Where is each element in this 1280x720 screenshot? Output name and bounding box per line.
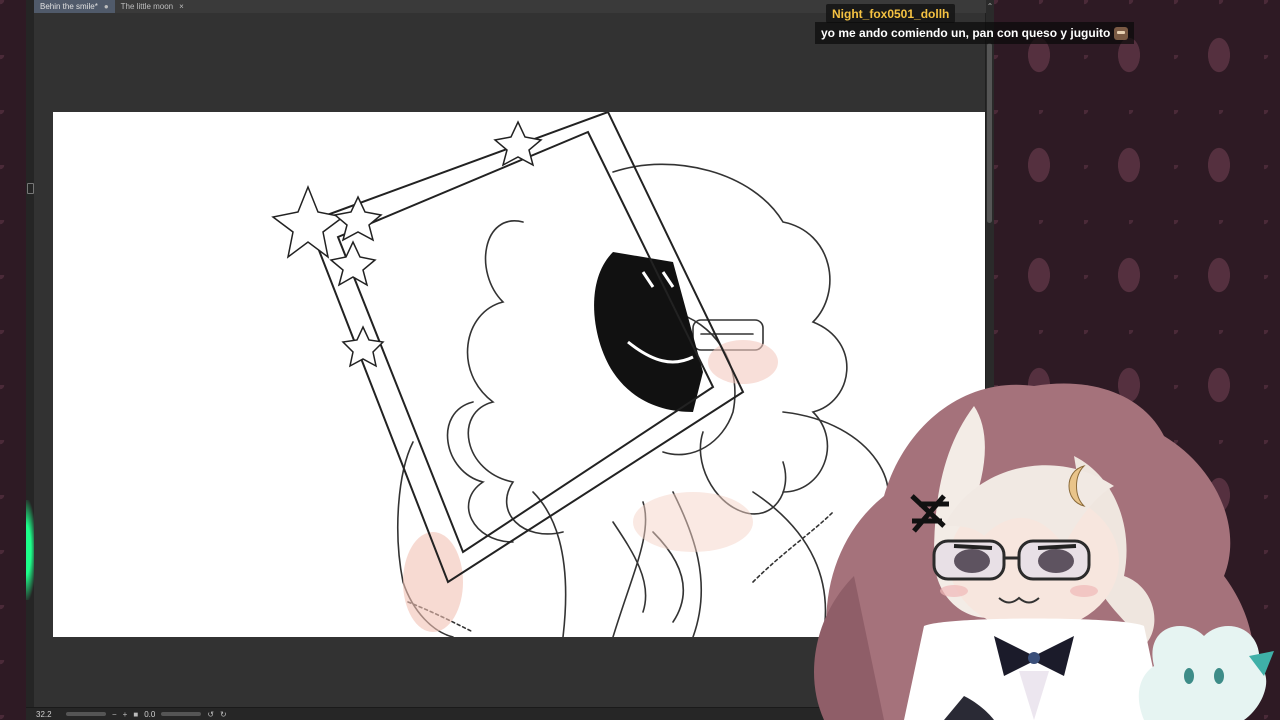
unsaved-dot-icon[interactable]: ● bbox=[104, 2, 109, 11]
zoom-in-icon[interactable]: + bbox=[123, 710, 128, 719]
tab-label: The little moon bbox=[120, 2, 174, 11]
chat-username: Night_fox0501_dollh bbox=[826, 4, 956, 23]
tab-label: Behin the smile* bbox=[40, 2, 98, 11]
scrollbar-thumb[interactable] bbox=[987, 43, 992, 223]
vtuber-avatar bbox=[814, 383, 1274, 720]
rotation-slider[interactable] bbox=[161, 712, 202, 716]
fit-view-icon[interactable]: ■ bbox=[133, 710, 138, 719]
chat-message-text: yo me ando comiendo un, pan con queso y … bbox=[821, 26, 1111, 40]
tab-behin-the-smile[interactable]: Behin the smile* ● bbox=[34, 0, 115, 13]
close-tab-icon[interactable]: × bbox=[179, 2, 184, 11]
rotation-value[interactable]: 0.0 bbox=[144, 710, 155, 719]
rotate-right-icon[interactable]: ↻ bbox=[220, 710, 227, 719]
zoom-level[interactable]: 32.2 bbox=[36, 710, 60, 719]
bread-emote-icon bbox=[1114, 26, 1129, 40]
scroll-up-arrow-icon[interactable]: ⌃ bbox=[986, 0, 994, 13]
zoom-slider[interactable] bbox=[66, 712, 106, 716]
zoom-out-icon[interactable]: − bbox=[112, 710, 117, 719]
rail-handle-icon[interactable] bbox=[27, 183, 34, 194]
tab-the-little-moon[interactable]: The little moon × bbox=[114, 0, 190, 13]
damask-wallpaper-left bbox=[0, 0, 26, 720]
chat-message: yo me ando comiendo un, pan con queso y … bbox=[815, 22, 1135, 44]
rotate-left-icon[interactable]: ↺ bbox=[207, 710, 214, 719]
